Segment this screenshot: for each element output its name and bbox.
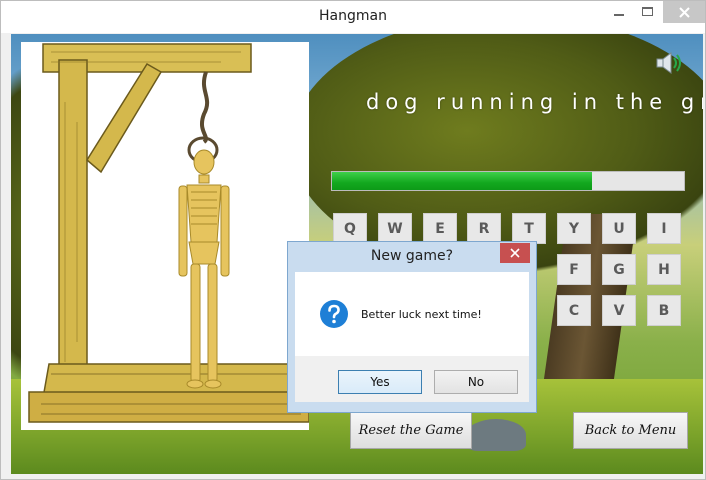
key-t[interactable]: T [512, 213, 546, 244]
hangman-window: Hangman dog running in the gra Q W E R T… [0, 0, 706, 480]
window-title: Hangman [319, 8, 387, 24]
dialog-close-button[interactable] [500, 243, 530, 263]
gallows-illustration [28, 43, 309, 423]
key-c[interactable]: C [557, 295, 591, 326]
gallows-platform-base [28, 391, 309, 423]
question-icon [320, 300, 348, 328]
title-bar: Hangman [1, 1, 705, 33]
dialog-footer: Yes No [295, 356, 529, 402]
key-g[interactable]: G [602, 254, 636, 285]
back-to-menu-button[interactable]: Back to Menu [573, 412, 688, 449]
rope [200, 71, 210, 144]
key-w[interactable]: W [378, 213, 412, 244]
key-h[interactable]: H [647, 254, 681, 285]
dialog-message: Better luck next time! [361, 308, 482, 321]
maximize-button[interactable] [632, 1, 662, 23]
close-icon [510, 248, 520, 258]
gallows-panel [21, 42, 309, 430]
dialog-body: Better luck next time! [295, 272, 529, 356]
key-e[interactable]: E [423, 213, 457, 244]
reset-game-button[interactable]: Reset the Game [350, 412, 472, 449]
no-button[interactable]: No [434, 370, 518, 394]
gallows-brace [86, 62, 163, 174]
hidden-phrase: dog running in the gra [366, 90, 703, 114]
minimize-button[interactable] [604, 1, 634, 23]
key-b[interactable]: B [647, 295, 681, 326]
key-r[interactable]: R [467, 213, 501, 244]
key-y[interactable]: Y [557, 213, 591, 244]
minimize-icon [614, 14, 624, 16]
yes-button[interactable]: Yes [338, 370, 422, 394]
progress-bar [331, 171, 685, 191]
key-v[interactable]: V [602, 295, 636, 326]
key-i[interactable]: I [647, 213, 681, 244]
speaker-icon[interactable] [656, 52, 684, 74]
close-icon [678, 6, 690, 18]
progress-fill [332, 172, 593, 190]
new-game-dialog: New game? Better luck next time! Yes No [287, 241, 537, 413]
key-u[interactable]: U [602, 213, 636, 244]
background-rock [466, 419, 526, 451]
close-button[interactable] [663, 1, 705, 23]
maximize-icon [641, 7, 653, 16]
skeleton-figure [178, 149, 230, 389]
dialog-title: New game? [370, 248, 454, 264]
key-q[interactable]: Q [333, 213, 367, 244]
gallows-post [58, 59, 88, 381]
key-f[interactable]: F [557, 254, 591, 285]
